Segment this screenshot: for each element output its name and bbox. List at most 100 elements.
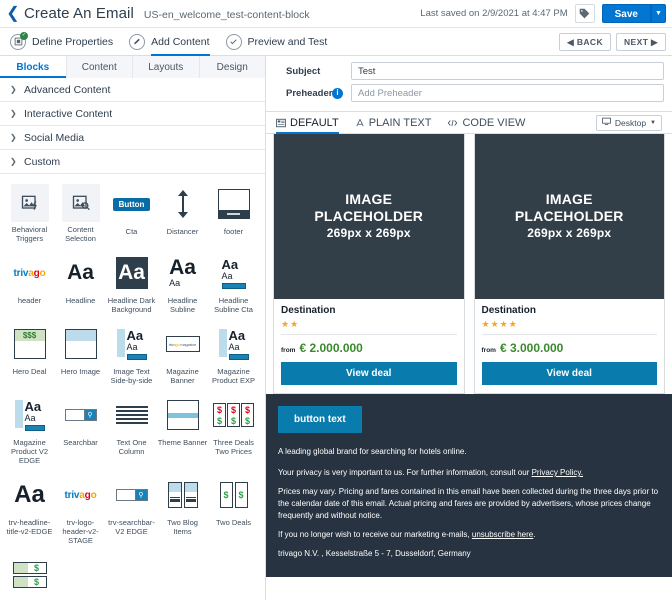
tab-content[interactable]: Content — [67, 56, 134, 78]
next-button[interactable]: NEXT ▶ — [616, 33, 666, 51]
searchbar-icon: ⚲ — [61, 395, 101, 435]
view-deal-button[interactable]: View deal — [482, 362, 658, 385]
block-label: Searchbar — [56, 438, 106, 447]
subject-input[interactable] — [351, 62, 664, 80]
save-dropdown-caret-icon[interactable]: ▼ — [651, 4, 666, 23]
block-trv-searchbar-v2-edge[interactable]: ⚲ trv-searchbar-V2 EDGE — [106, 471, 157, 551]
image-placeholder[interactable]: IMAGE PLACEHOLDER 269px x 269px — [475, 134, 665, 299]
block-behavioral-triggers[interactable]: Behavioral Triggers — [4, 180, 55, 249]
block-two-blog-items[interactable]: Two Blog Items — [157, 471, 208, 551]
block-headline-dark-background[interactable]: Aa Headline Dark Background — [106, 249, 157, 320]
block-text-one-column[interactable]: Text One Column — [106, 391, 157, 471]
unsubscribe-link[interactable]: unsubscribe here — [472, 530, 533, 539]
tab-design[interactable]: Design — [200, 56, 266, 78]
block-headline-subline[interactable]: AaAa Headline Subline — [157, 249, 208, 320]
save-button-group: Save ▼ — [602, 4, 666, 23]
block-trv-logo-header-v2-stage[interactable]: trivago trv-logo-header-v2-STAGE — [55, 471, 106, 551]
right-panel: Subject Preheader i DEFAULT — [266, 56, 672, 600]
block-footer[interactable]: footer — [208, 180, 259, 249]
caret-down-icon: ▼ — [650, 120, 656, 126]
block-label: Content Selection — [56, 225, 106, 243]
step-add-content[interactable]: Add Content — [129, 28, 209, 56]
block-label: Headline — [56, 296, 106, 305]
cta-thumb-label: Button — [113, 198, 151, 211]
block-grid: Behavioral Triggers Content Selection Bu… — [0, 174, 265, 600]
step-label-add-content: Add Content — [151, 36, 209, 48]
code-icon — [447, 118, 458, 128]
save-button[interactable]: Save — [602, 4, 651, 23]
block-cta[interactable]: Button Cta — [106, 180, 157, 249]
magazine-product-icon: AaAa — [214, 324, 254, 364]
block-label: Hero Image — [56, 367, 106, 376]
block-two-deals[interactable]: $ $ Two Deals — [208, 471, 259, 551]
block-label: Headline Subline — [158, 296, 208, 314]
headline-aa-icon: Aa — [10, 475, 50, 515]
footer-cta-button[interactable]: button text — [278, 406, 362, 433]
back-button-label: BACK — [577, 37, 603, 47]
email-footer[interactable]: button text A leading global brand for s… — [266, 394, 672, 577]
block-two-teasers-one-price-stars[interactable]: $ $ Two Teasers One Price, Stars — [4, 551, 55, 600]
subject-row: Subject — [274, 62, 664, 80]
image-placeholder[interactable]: IMAGE PLACEHOLDER 269px x 269px — [274, 134, 464, 299]
block-headline-subline-cta[interactable]: AaAa Headline Subline Cta — [208, 249, 259, 320]
block-trv-headline-title-v2-edge[interactable]: Aa trv-headline-title-v2-EDGE — [4, 471, 55, 551]
top-bar: ❮ Create An Email US-en_welcome_test-con… — [0, 0, 672, 28]
block-image-text-side-by-side[interactable]: AaAa Image Text Side-by-side — [106, 320, 157, 391]
preheader-label: Preheader — [274, 88, 332, 99]
placeholder-size: 269px x 269px — [527, 225, 611, 242]
block-magazine-banner[interactable]: trivago magazine Magazine Banner — [157, 320, 208, 391]
block-three-deals-two-prices[interactable]: $$ $$ $$ Three Deals Two Prices — [208, 391, 259, 471]
page-title: Create An Email — [24, 5, 134, 22]
step-define-properties[interactable]: ✓ Define Properties — [10, 28, 113, 56]
star-rating: ★★ — [281, 319, 457, 330]
tab-layouts[interactable]: Layouts — [133, 56, 200, 78]
tab-plain-text-label: PLAIN TEXT — [369, 117, 432, 129]
block-content-selection[interactable]: Content Selection — [55, 180, 106, 249]
accordion-custom[interactable]: ❯ Custom — [0, 150, 265, 174]
email-canvas[interactable]: IMAGE PLACEHOLDER 269px x 269px Destinat… — [266, 134, 672, 600]
footer-address: trivago N.V. , Kesselstraße 5 - 7, Dusse… — [278, 548, 660, 560]
from-label: from — [281, 347, 295, 354]
accordion-social-media[interactable]: ❯ Social Media — [0, 126, 265, 150]
left-panel-tabs: Blocks Content Layouts Design — [0, 56, 265, 78]
tag-icon[interactable] — [575, 4, 595, 23]
device-selector[interactable]: Desktop ▼ — [596, 115, 662, 131]
block-magazine-product-exp[interactable]: AaAa Magazine Product EXP — [208, 320, 259, 391]
view-deal-button[interactable]: View deal — [281, 362, 457, 385]
chevron-right-icon: ❯ — [10, 109, 17, 118]
back-chevron-icon[interactable]: ❮ — [4, 3, 22, 25]
view-tabs: DEFAULT PLAIN TEXT CODE VIEW — [266, 112, 672, 134]
preheader-input[interactable] — [351, 84, 664, 102]
info-icon[interactable]: i — [332, 88, 343, 99]
accordion-label-custom: Custom — [24, 156, 60, 168]
deal-card[interactable]: IMAGE PLACEHOLDER 269px x 269px Destinat… — [474, 134, 666, 394]
back-button[interactable]: ◀ BACK — [559, 33, 611, 51]
privacy-policy-link[interactable]: Privacy Policy. — [532, 468, 583, 477]
tab-default[interactable]: DEFAULT — [276, 112, 339, 134]
accordion-interactive-content[interactable]: ❯ Interactive Content — [0, 102, 265, 126]
placeholder-size: 269px x 269px — [327, 225, 411, 242]
accordion-advanced-content[interactable]: ❯ Advanced Content — [0, 78, 265, 102]
headline-dark-icon: Aa — [112, 253, 152, 293]
magazine-product-v2-icon: AaAa — [10, 395, 50, 435]
blocks-scroll-area[interactable]: ❯ Advanced Content ❯ Interactive Content… — [0, 78, 265, 600]
tab-code-view[interactable]: CODE VIEW — [447, 112, 525, 134]
block-hero-image[interactable]: Hero Image — [55, 320, 106, 391]
block-header[interactable]: trivago header — [4, 249, 55, 320]
deal-card[interactable]: IMAGE PLACEHOLDER 269px x 269px Destinat… — [273, 134, 465, 394]
block-magazine-product-v2-edge[interactable]: AaAa Magazine Product V2 EDGE — [4, 391, 55, 471]
block-searchbar[interactable]: ⚲ Searchbar — [55, 391, 106, 471]
cta-button-icon: Button — [112, 184, 152, 224]
tab-blocks[interactable]: Blocks — [0, 56, 67, 78]
block-hero-deal[interactable]: $$$ Hero Deal — [4, 320, 55, 391]
block-theme-banner[interactable]: Theme Banner — [157, 391, 208, 471]
block-headline[interactable]: Aa Headline — [55, 249, 106, 320]
step-preview-and-test[interactable]: Preview and Test — [226, 28, 328, 56]
block-distancer[interactable]: Distancer — [157, 180, 208, 249]
distancer-arrow-icon — [163, 184, 203, 224]
tab-plain-text[interactable]: PLAIN TEXT — [355, 112, 432, 134]
searchbar-icon: ⚲ — [112, 475, 152, 515]
block-label: trv-logo-header-v2-STAGE — [56, 518, 106, 545]
email-meta-fields: Subject Preheader i — [266, 56, 672, 112]
trivago-wordmark: trivago — [14, 268, 46, 279]
